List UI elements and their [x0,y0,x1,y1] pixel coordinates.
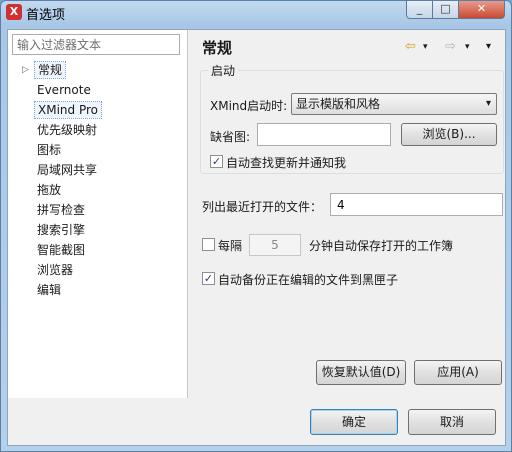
autosave-minutes-input[interactable]: 5 [249,234,301,256]
minimize-button[interactable]: _ [406,1,433,19]
expand-arrow-icon[interactable]: ▷ [22,65,29,75]
tree-item-evernote[interactable]: Evernote [34,81,94,99]
view-menu-icon[interactable]: ▾ [486,41,491,52]
title-bar[interactable]: X 首选项 _ □ ✕ [1,1,511,23]
settings-pane: 常规 ⇦ ▾ ⇨ ▾ ▾ 启动 XMind启动时: 显示模版和风格 ▾ 缺省图:… [189,30,507,398]
tree-item-smart-capture[interactable]: 智能截图 [34,241,88,259]
tree-item-browser[interactable]: 浏览器 [34,261,76,279]
recent-files-count-input[interactable] [330,193,503,216]
autosave-prefix-label: 每隔 [218,239,243,253]
apply-button[interactable]: 应用(A) [414,360,502,385]
tree-item-drag-drop[interactable]: 拖放 [34,181,64,199]
close-button[interactable]: ✕ [458,1,505,19]
autosave-checkbox[interactable] [202,238,215,251]
startup-select[interactable]: 显示模版和风格 ▾ [291,93,497,115]
auto-update-label: 自动查找更新并通知我 [226,156,347,170]
dropdown-arrow-icon: ▾ [485,98,491,109]
backup-label: 自动备份正在编辑的文件到黑匣子 [218,273,399,287]
restore-defaults-button[interactable]: 恢复默认值(D) [316,360,406,385]
tree-item-search-engine[interactable]: 搜索引擎 [34,221,88,239]
forward-menu-icon[interactable]: ▾ [465,42,470,52]
auto-update-checkbox[interactable]: ✓ [210,155,223,168]
page-title: 常规 [202,39,233,57]
tree-item-xmind-pro[interactable]: XMind Pro [34,101,102,119]
tree-item-general[interactable]: 常规 [34,61,67,79]
cancel-button[interactable]: 取消 [408,409,496,435]
forward-arrow-icon[interactable]: ⇨ [445,39,456,54]
back-menu-icon[interactable]: ▾ [423,42,428,52]
startup-group-title: 启动 [208,62,239,79]
startup-select-value: 显示模版和风格 [296,97,381,111]
filter-input[interactable] [12,34,180,55]
browse-button[interactable]: 浏览(B)... [401,123,497,146]
recent-files-label: 列出最近打开的文件： [202,200,323,214]
maximize-button[interactable]: □ [432,1,459,19]
autosave-suffix-label: 分钟自动保存打开的工作簿 [309,239,454,253]
default-map-label: 缺省图: [210,130,251,144]
startup-label: XMind启动时: [210,99,288,113]
backup-checkbox[interactable]: ✓ [202,272,215,285]
dialog-body: ▷ 常规 Evernote XMind Pro 优先级映射 图标 局域网共享 拖… [7,29,506,446]
xmind-app-icon: X [6,4,22,20]
tree-item-editing[interactable]: 编辑 [34,281,64,299]
preferences-window: X 首选项 _ □ ✕ ▷ 常规 Evernote XMind Pro 优先级映… [0,0,512,452]
window-title: 首选项 [26,8,66,23]
preference-tree-pane: ▷ 常规 Evernote XMind Pro 优先级映射 图标 局域网共享 拖… [8,30,188,398]
tree-item-priority-mapping[interactable]: 优先级映射 [34,121,100,139]
tree-item-lan-sharing[interactable]: 局域网共享 [34,161,100,179]
tree-item-icons[interactable]: 图标 [34,141,64,159]
back-arrow-icon[interactable]: ⇦ [405,39,416,54]
ok-button[interactable]: 确定 [310,409,398,435]
default-map-input[interactable] [257,123,391,146]
tree-item-spell-check[interactable]: 拼写检查 [34,201,88,219]
dialog-button-bar: 确定 取消 [8,398,507,447]
